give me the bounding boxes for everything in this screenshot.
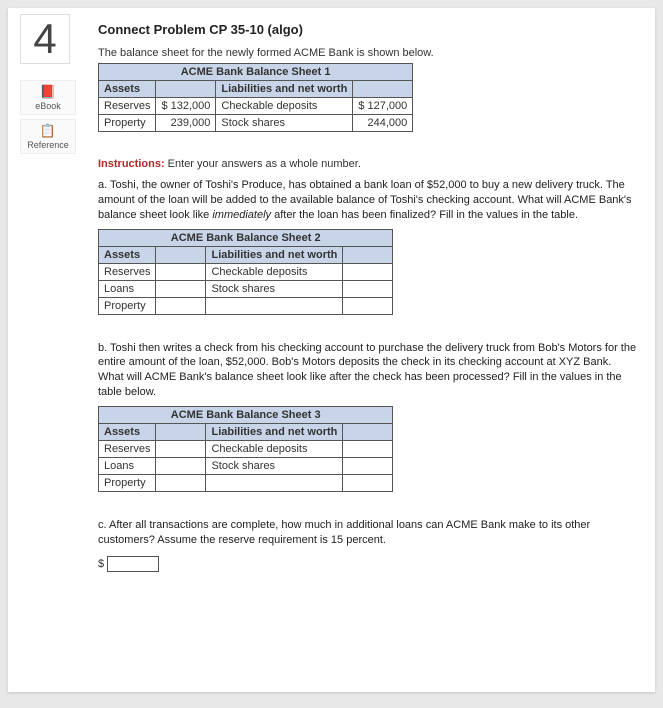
- sheet1-stock-label: Stock shares: [216, 115, 353, 132]
- sheet1-reserves-label: Reserves: [99, 98, 156, 115]
- instructions-label: Instructions:: [98, 158, 165, 170]
- main-content: Connect Problem CP 35-10 (algo) The bala…: [86, 8, 655, 580]
- sheet3-stock-label: Stock shares: [206, 457, 343, 474]
- sheet3-stock-input[interactable]: [343, 457, 393, 474]
- sheet2-liab-hdr: Liabilities and net worth: [206, 246, 343, 263]
- sheet1-property-label: Property: [99, 115, 156, 132]
- sheet2-reserves-input[interactable]: [156, 263, 206, 280]
- sheet2-stock-label: Stock shares: [206, 280, 343, 297]
- sheet3-reserves-input[interactable]: [156, 440, 206, 457]
- sheet2-loans-input[interactable]: [156, 280, 206, 297]
- sheet3-liab-hdr: Liabilities and net worth: [206, 423, 343, 440]
- step-number: 4: [20, 14, 70, 64]
- sheet3-checkable-label: Checkable deposits: [206, 440, 343, 457]
- sheet1-checkable-val: $ 127,000: [353, 98, 413, 115]
- instructions: Instructions: Enter your answers as a wh…: [98, 158, 637, 170]
- problem-title: Connect Problem CP 35-10 (algo): [98, 22, 637, 37]
- dollar-sign: $: [98, 558, 104, 570]
- balance-sheet-3: ACME Bank Balance Sheet 3 Assets Liabili…: [98, 406, 393, 492]
- intro-text: The balance sheet for the newly formed A…: [98, 47, 637, 59]
- sheet1-caption: ACME Bank Balance Sheet 1: [99, 64, 413, 81]
- sheet2-caption: ACME Bank Balance Sheet 2: [99, 229, 393, 246]
- instructions-text: Enter your answers as a whole number.: [165, 158, 361, 170]
- part-a-text: a. Toshi, the owner of Toshi's Produce, …: [98, 178, 637, 223]
- sheet1-reserves-val: $ 132,000: [156, 98, 216, 115]
- part-b-text: b. Toshi then writes a check from his ch…: [98, 341, 637, 400]
- sheet3-checkable-input[interactable]: [343, 440, 393, 457]
- sheet3-reserves-label: Reserves: [99, 440, 156, 457]
- part-c-input[interactable]: [107, 556, 159, 572]
- sidebar-reference[interactable]: 📋 Reference: [20, 119, 76, 154]
- sheet3-caption: ACME Bank Balance Sheet 3: [99, 406, 393, 423]
- sheet2-checkable-label: Checkable deposits: [206, 263, 343, 280]
- sheet2-stock-input[interactable]: [343, 280, 393, 297]
- sheet2-checkable-input[interactable]: [343, 263, 393, 280]
- balance-sheet-1: ACME Bank Balance Sheet 1 Assets Liabili…: [98, 63, 413, 132]
- sheet2-loans-label: Loans: [99, 280, 156, 297]
- sheet3-property-input[interactable]: [156, 474, 206, 491]
- sheet1-checkable-label: Checkable deposits: [216, 98, 353, 115]
- ebook-icon: 📕: [40, 84, 56, 100]
- balance-sheet-2: ACME Bank Balance Sheet 2 Assets Liabili…: [98, 229, 393, 315]
- sidebar-ebook[interactable]: 📕 eBook: [20, 80, 76, 115]
- part-c-answer: $: [98, 556, 159, 572]
- sheet1-property-val: 239,000: [156, 115, 216, 132]
- sheet2-property-label: Property: [99, 297, 156, 314]
- sheet3-assets-hdr: Assets: [99, 423, 156, 440]
- sheet2-assets-hdr: Assets: [99, 246, 156, 263]
- sidebar-reference-label: Reference: [27, 140, 69, 150]
- sheet1-liab-hdr: Liabilities and net worth: [216, 81, 353, 98]
- sheet1-assets-hdr: Assets: [99, 81, 156, 98]
- sheet3-property-label: Property: [99, 474, 156, 491]
- sheet1-stock-val: 244,000: [353, 115, 413, 132]
- sheet2-property-input[interactable]: [156, 297, 206, 314]
- sheet3-loans-label: Loans: [99, 457, 156, 474]
- part-c-text: c. After all transactions are complete, …: [98, 518, 637, 548]
- sidebar: 📕 eBook 📋 Reference: [16, 80, 80, 154]
- page-container: 4 📕 eBook 📋 Reference Connect Problem CP…: [8, 8, 655, 692]
- sheet2-reserves-label: Reserves: [99, 263, 156, 280]
- reference-icon: 📋: [40, 123, 56, 139]
- sheet3-loans-input[interactable]: [156, 457, 206, 474]
- sidebar-ebook-label: eBook: [35, 101, 61, 111]
